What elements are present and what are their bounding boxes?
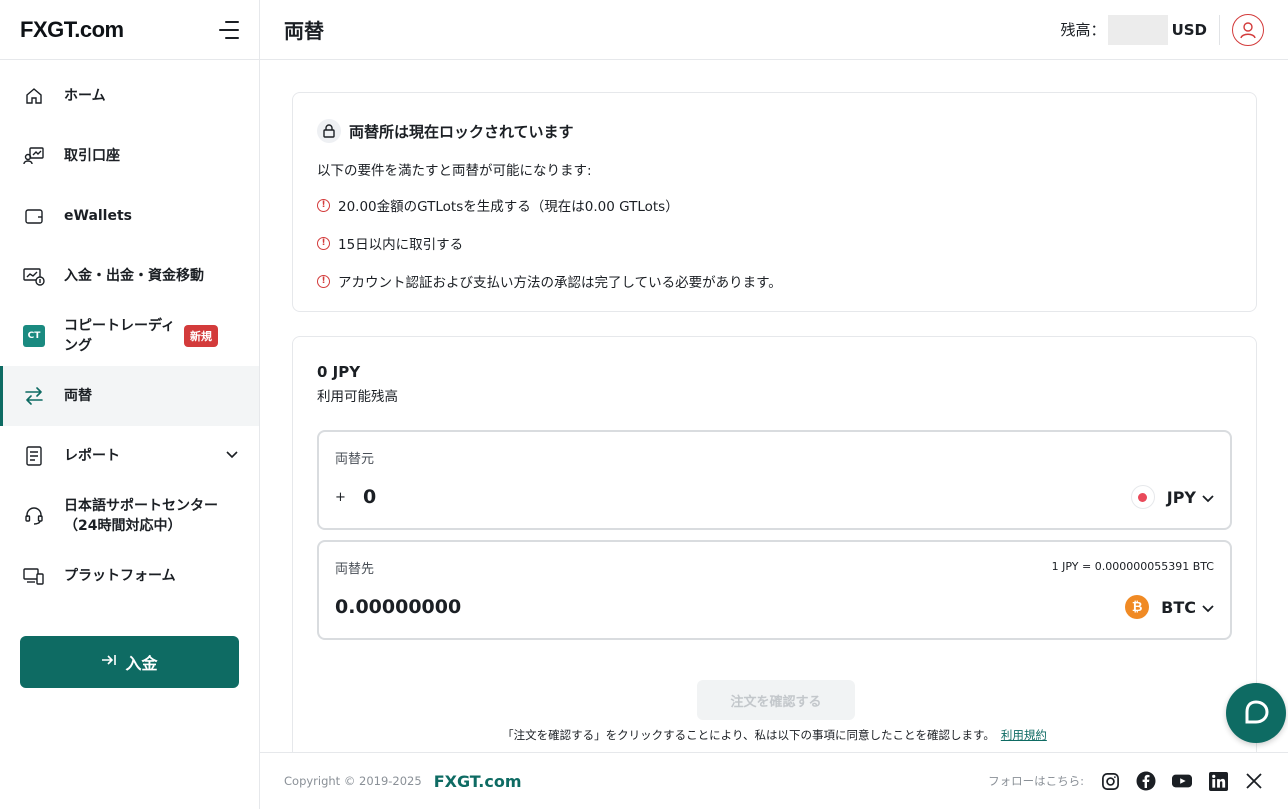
trading-account-icon (22, 144, 46, 168)
copy-trading-icon: CT (22, 324, 46, 348)
header-divider (1219, 14, 1220, 45)
sidebar-nav: ホーム 取引口座 eWallets 入金・出金・資金移動 CT コピートレーディ… (0, 60, 259, 606)
to-currency-code: BTC (1161, 597, 1196, 617)
copyright: Copyright © 2019-2025 (284, 774, 422, 788)
to-amount-value: 0.00000000 (335, 596, 462, 618)
platform-devices-icon (22, 564, 46, 588)
requirement-item: ! 15日以内に取引する (317, 233, 1232, 253)
lock-title: 両替所は現在ロックされています (317, 119, 1232, 143)
from-currency-select[interactable]: JPY (1130, 485, 1214, 509)
sidebar-item-label: レポート (64, 448, 120, 464)
requirement-text: アカウント認証および支払い方法の承認は完了している必要があります。 (338, 275, 782, 291)
from-field[interactable]: 両替元 + 0 JPY (317, 430, 1232, 530)
menu-toggle-icon[interactable] (217, 20, 239, 39)
alert-icon: ! (317, 236, 330, 250)
consent-message: 「注文を確認する」をクリックすることにより、私は以下の事項に同意したことを確認し… (502, 728, 995, 742)
social-links (1100, 771, 1264, 791)
sidebar-item-copy-trading[interactable]: CT コピートレーディング 新規 (0, 306, 259, 366)
footer: Copyright © 2019-2025 FXGT.com フォローはこちら: (260, 752, 1288, 809)
facebook-icon[interactable] (1136, 771, 1156, 791)
logo[interactable]: FXGT.com (20, 17, 124, 43)
available-amount: 0 JPY (317, 363, 361, 381)
chevron-down-icon (1202, 488, 1214, 507)
report-icon (22, 444, 46, 468)
youtube-icon[interactable] (1172, 771, 1192, 791)
alert-icon: ! (317, 274, 330, 288)
deposit-label: 入金 (125, 654, 158, 673)
new-badge: 新規 (184, 325, 218, 347)
footer-logo[interactable]: FXGT.com (434, 772, 988, 791)
lock-icon (317, 119, 341, 143)
sidebar-item-exchange[interactable]: 両替 (0, 366, 259, 426)
sidebar-item-label: 日本語サポートセンター（24時間対応中） (64, 498, 218, 534)
sidebar-item-label: プラットフォーム (64, 568, 176, 584)
home-icon (22, 84, 46, 108)
sidebar-item-trading-accounts[interactable]: 取引口座 (0, 126, 259, 186)
consent-text: 「注文を確認する」をクリックすることにより、私は以下の事項に同意したことを確認し… (293, 727, 1256, 743)
sidebar-item-label: ホーム (64, 88, 106, 104)
sidebar-item-home[interactable]: ホーム (0, 66, 259, 126)
sidebar-item-label: 両替 (64, 388, 92, 404)
requirement-text: 15日以内に取引する (338, 237, 464, 253)
headset-icon (22, 504, 46, 528)
sidebar-item-label: 取引口座 (64, 148, 120, 164)
exchange-arrows-icon (22, 384, 46, 408)
funds-transfer-icon (22, 264, 46, 288)
chat-support-button[interactable] (1226, 683, 1286, 743)
linkedin-icon[interactable] (1208, 771, 1228, 791)
logo-row: FXGT.com (0, 0, 259, 60)
x-icon[interactable] (1244, 771, 1264, 791)
plus-icon: + (335, 489, 346, 505)
lock-title-text: 両替所は現在ロックされています (349, 122, 574, 141)
exchange-rate: 1 JPY = 0.000000055391 BTC (1051, 560, 1214, 573)
deposit-button[interactable]: 入金 (20, 636, 239, 688)
sidebar-item-funds[interactable]: 入金・出金・資金移動 (0, 246, 259, 306)
page-title: 両替 (284, 19, 324, 43)
alert-icon: ! (317, 198, 330, 212)
terms-link[interactable]: 利用規約 (1001, 728, 1047, 742)
sidebar-item-label: 入金・出金・資金移動 (64, 268, 204, 284)
chevron-down-icon (225, 448, 239, 464)
lock-notice-card: 両替所は現在ロックされています 以下の要件を満たすと両替が可能になります: ! … (292, 92, 1257, 312)
sidebar-item-reports[interactable]: レポート (0, 426, 259, 486)
header: 両替 残高： USD (260, 0, 1288, 60)
from-currency-code: JPY (1166, 487, 1196, 507)
balance-currency: USD (1171, 20, 1207, 39)
login-arrow-icon (101, 653, 117, 671)
sidebar-item-label: コピートレーディング (64, 318, 176, 354)
wallet-icon (22, 204, 46, 228)
from-amount-input[interactable]: 0 (363, 486, 1131, 508)
to-field[interactable]: 両替先 1 JPY = 0.000000055391 BTC 0.0000000… (317, 540, 1232, 640)
balance-masked-value (1107, 14, 1168, 45)
requirement-item: ! 20.00金額のGTLotsを生成する（現在は0.00 GTLots） (317, 195, 1232, 215)
from-label: 両替元 (335, 452, 375, 467)
to-currency-select[interactable]: ₿ BTC (1125, 595, 1214, 619)
sidebar-item-ewallets[interactable]: eWallets (0, 186, 259, 246)
japan-flag-icon (1130, 485, 1155, 509)
requirement-text: 20.00金額のGTLotsを生成する（現在は0.00 GTLots） (338, 199, 679, 215)
chevron-down-icon (1202, 598, 1214, 617)
exchange-card: 0 JPY 利用可能残高 両替元 + 0 JPY 両替先 1 JPY = 0.0… (292, 336, 1257, 766)
requirement-item: ! アカウント認証および支払い方法の承認は完了している必要があります。 (317, 271, 1232, 291)
follow-label: フォローはこちら: (988, 774, 1084, 788)
user-avatar-icon[interactable] (1232, 13, 1264, 46)
sidebar: FXGT.com ホーム 取引口座 eWallets 入金・出金・資金移動 CT… (0, 0, 260, 809)
requirements-intro: 以下の要件を満たすと両替が可能になります: (317, 163, 592, 179)
sidebar-item-support[interactable]: 日本語サポートセンター（24時間対応中） (0, 486, 259, 546)
bitcoin-icon: ₿ (1125, 595, 1150, 619)
balance: 残高： USD (1060, 14, 1207, 45)
confirm-order-button[interactable]: 注文を確認する (697, 680, 855, 720)
balance-label: 残高： (1060, 21, 1106, 39)
instagram-icon[interactable] (1100, 771, 1120, 791)
sidebar-item-platform[interactable]: プラットフォーム (0, 546, 259, 606)
available-label: 利用可能残高 (317, 389, 398, 405)
sidebar-item-label: eWallets (64, 208, 133, 224)
